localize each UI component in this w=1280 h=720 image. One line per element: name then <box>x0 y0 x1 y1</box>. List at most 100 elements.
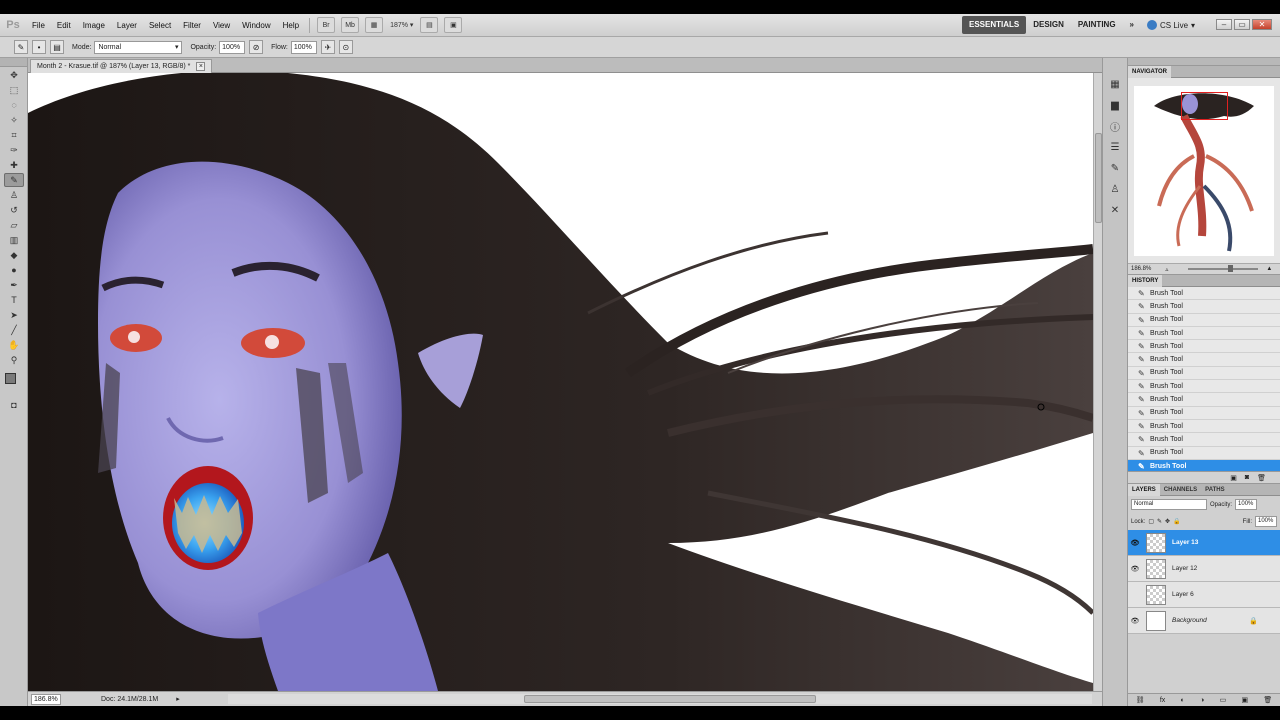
maximize-button[interactable]: ▭ <box>1234 19 1250 30</box>
close-icon[interactable]: × <box>196 62 206 71</box>
tab-navigator[interactable]: NAVIGATOR <box>1128 65 1172 78</box>
arrange-documents-button[interactable]: ▤ <box>420 17 439 33</box>
menu-window[interactable]: Window <box>236 14 276 37</box>
mini-bridge-button[interactable]: Mb <box>341 17 360 33</box>
history-state[interactable]: ✎ Brush Tool <box>1128 367 1280 381</box>
crop-tool-icon[interactable]: ⌗ <box>4 128 24 142</box>
history-state[interactable]: ✎ Brush Tool <box>1128 447 1280 460</box>
history-state[interactable]: ✎ Brush Tool <box>1128 300 1280 314</box>
dodge-tool-icon[interactable]: ● <box>4 263 24 277</box>
pressure-opacity-icon[interactable]: ⊘ <box>249 40 264 54</box>
foreground-color-swatch[interactable] <box>5 373 16 384</box>
menu-layer[interactable]: Layer <box>111 14 143 37</box>
document-canvas[interactable] <box>28 73 1093 691</box>
clone-stamp-tool-icon[interactable]: ♙ <box>4 188 24 202</box>
layer-name[interactable]: Background <box>1172 617 1207 624</box>
move-tool-icon[interactable]: ✥ <box>4 68 24 82</box>
lasso-tool-icon[interactable]: ◌ <box>4 98 24 112</box>
history-state[interactable]: ✎ Brush Tool <box>1128 353 1280 367</box>
eraser-tool-icon[interactable]: ▱ <box>4 218 24 232</box>
history-state[interactable]: ✎ Brush Tool <box>1128 327 1280 341</box>
brush-panel-toggle-icon[interactable]: ▤ <box>50 40 64 54</box>
lock-image-icon[interactable]: ✎ <box>1157 518 1162 525</box>
history-state[interactable]: ✎ Brush Tool <box>1128 287 1280 301</box>
cs-live-menu[interactable]: CS Live ▾ <box>1141 20 1201 30</box>
tab-layers[interactable]: LAYERS <box>1128 483 1160 496</box>
adjustments-icon[interactable]: ☰ <box>1106 139 1124 155</box>
zoom-level-select[interactable]: 187% ▾ <box>386 21 417 29</box>
history-state[interactable]: ✎ Brush Tool <box>1128 420 1280 434</box>
layer-style-icon[interactable]: fx <box>1160 697 1165 704</box>
zoom-tool-icon[interactable]: ⚲ <box>4 353 24 367</box>
vertical-scrollbar[interactable] <box>1093 73 1102 691</box>
menu-filter[interactable]: Filter <box>177 14 207 37</box>
path-selection-tool-icon[interactable]: ➤ <box>4 308 24 322</box>
layer-row[interactable]: 👁 Layer 12 <box>1128 556 1280 582</box>
visibility-eye-icon[interactable]: 👁 <box>1128 565 1142 573</box>
healing-brush-tool-icon[interactable]: ✚ <box>4 158 24 172</box>
menu-file[interactable]: File <box>26 14 51 37</box>
opacity-input[interactable]: 100% <box>219 40 246 54</box>
vertical-scrollbar-thumb[interactable] <box>1095 133 1102 223</box>
layer-row[interactable]: 👁 Layer 13 <box>1128 530 1280 556</box>
horizontal-scrollbar-thumb[interactable] <box>524 695 816 703</box>
delete-layer-icon[interactable]: 🗑 <box>1263 696 1272 704</box>
history-state[interactable]: ✎ Brush Tool <box>1128 314 1280 327</box>
shape-tool-icon[interactable]: ╱ <box>4 323 24 337</box>
workspace-more-button[interactable]: » <box>1123 16 1141 34</box>
history-state[interactable]: ✎ Brush Tool <box>1128 340 1280 354</box>
airbrush-icon[interactable]: ✈ <box>320 40 335 54</box>
zoom-out-icon[interactable]: ▵ <box>1165 266 1168 273</box>
workspace-essentials[interactable]: ESSENTIALS <box>962 16 1027 34</box>
add-mask-icon[interactable]: ◐ <box>1181 697 1185 704</box>
navigator-zoom-slider[interactable] <box>1188 265 1259 272</box>
minimize-button[interactable]: – <box>1216 19 1232 30</box>
menu-view[interactable]: View <box>207 14 236 37</box>
brush-tool-icon[interactable]: ✎ <box>4 173 24 187</box>
bridge-button[interactable]: Br <box>317 17 336 33</box>
blur-tool-icon[interactable]: ◆ <box>4 248 24 262</box>
marquee-tool-icon[interactable]: ⬚ <box>4 83 24 97</box>
type-tool-icon[interactable]: T <box>4 293 24 307</box>
layer-name[interactable]: Layer 12 <box>1172 565 1197 572</box>
lock-transparency-icon[interactable]: ▢ <box>1148 518 1154 525</box>
history-state[interactable]: ✎ Brush Tool <box>1128 393 1280 407</box>
history-state[interactable]: ✎ Brush Tool <box>1128 407 1280 420</box>
workspace-painting[interactable]: PAINTING <box>1071 16 1123 34</box>
status-zoom-input[interactable]: 186.8% <box>31 693 61 705</box>
navigator-preview[interactable] <box>1128 78 1280 264</box>
workspace-design[interactable]: DESIGN <box>1026 16 1071 34</box>
lock-position-icon[interactable]: ✥ <box>1165 518 1170 525</box>
visibility-eye-icon[interactable]: 👁 <box>1128 617 1142 625</box>
history-state[interactable]: ✎ Brush Tool <box>1128 459 1280 471</box>
tab-channels[interactable]: CHANNELS <box>1160 484 1201 496</box>
navigator-view-rect[interactable] <box>1181 91 1228 120</box>
brush-preset-icon[interactable]: ✎ <box>14 40 28 54</box>
new-group-icon[interactable]: ▭ <box>1220 696 1227 704</box>
eyedropper-tool-icon[interactable]: ✑ <box>4 143 24 157</box>
document-tab[interactable]: Month 2 - Krasue.tif @ 187% (Layer 13, R… <box>30 59 213 73</box>
link-layers-icon[interactable]: ⛓ <box>1136 696 1145 704</box>
new-layer-icon[interactable]: ▣ <box>1241 696 1248 704</box>
tab-paths[interactable]: PATHS <box>1201 484 1228 496</box>
mini-bridge-icon[interactable]: ▦ <box>1106 76 1124 92</box>
info-icon[interactable]: ⓘ <box>1106 118 1124 134</box>
tab-history[interactable]: HISTORY <box>1128 274 1163 287</box>
menu-image[interactable]: Image <box>77 14 111 37</box>
flow-input[interactable]: 100% <box>290 40 317 54</box>
status-menu-arrow-icon[interactable]: ▸ <box>176 695 180 703</box>
pen-tool-icon[interactable]: ✒ <box>4 278 24 292</box>
horizontal-scrollbar[interactable] <box>228 694 1092 704</box>
quick-select-tool-icon[interactable]: ✧ <box>4 113 24 127</box>
clone-source-icon[interactable]: ♙ <box>1106 181 1124 197</box>
history-brush-tool-icon[interactable]: ↺ <box>4 203 24 217</box>
new-snapshot-icon[interactable]: ◙ <box>1245 474 1249 481</box>
layer-name[interactable]: Layer 13 <box>1172 539 1198 546</box>
mode-select[interactable]: Normal ▾ <box>94 40 183 54</box>
gradient-tool-icon[interactable]: ▥ <box>4 233 24 247</box>
quick-mask-icon[interactable]: ◘ <box>4 398 24 412</box>
navigator-zoom-value[interactable]: 186.8% <box>1131 266 1151 272</box>
visibility-eye-icon[interactable]: 👁 <box>1128 539 1142 547</box>
history-state[interactable]: ✎ Brush Tool <box>1128 380 1280 394</box>
history-state[interactable]: ✎ Brush Tool <box>1128 433 1280 447</box>
